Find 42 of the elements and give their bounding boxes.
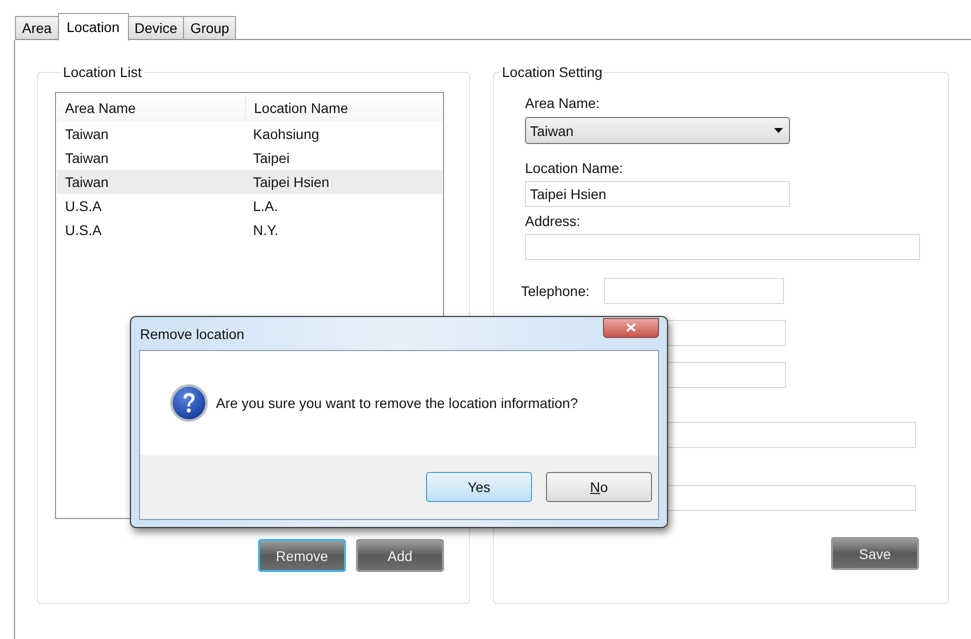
list-row[interactable]: Taiwan Taipei Hsien xyxy=(57,170,442,194)
telephone-field[interactable] xyxy=(604,278,784,304)
list-row[interactable]: U.S.A L.A. xyxy=(57,194,442,218)
field-label: Telephone: xyxy=(521,282,590,300)
dialog-button[interactable]: No xyxy=(546,472,652,502)
question-icon xyxy=(170,384,208,422)
action-button[interactable]: Remove xyxy=(258,539,346,572)
list-row[interactable]: Taiwan Kaohsiung xyxy=(57,122,442,146)
dialog-title: Remove location xyxy=(139,326,244,342)
dialog-message: Are you sure you want to remove the location information? xyxy=(216,395,578,411)
address-field[interactable] xyxy=(525,234,920,260)
location-name-field[interactable]: Taipei Hsien xyxy=(525,181,790,207)
list-cell-text: Taiwan xyxy=(64,125,110,144)
tab[interactable]: Group xyxy=(183,16,236,40)
list-row[interactable]: Taiwan Taipei xyxy=(57,146,442,170)
dialog-button[interactable]: Yes xyxy=(426,472,532,502)
group-title: Location Setting xyxy=(501,64,604,80)
group-title: Location List xyxy=(62,64,143,80)
column-header[interactable]: Location Name xyxy=(246,95,442,122)
column-header[interactable]: Area Name xyxy=(57,95,246,122)
close-icon xyxy=(626,323,636,332)
list-cell-text: Taiwan xyxy=(64,149,110,168)
field-label: Area Name: xyxy=(525,94,600,112)
tab[interactable]: Device xyxy=(128,16,184,40)
list-cell-text: U.S.A xyxy=(64,197,103,216)
tab[interactable]: Area xyxy=(15,16,59,40)
field-label: Location Name: xyxy=(525,159,624,177)
action-button[interactable]: Add xyxy=(356,539,444,572)
list-cell-text: Taiwan xyxy=(64,173,110,192)
list-row[interactable]: U.S.A N.Y. xyxy=(57,218,442,242)
tab[interactable]: Location xyxy=(58,13,129,41)
list-cell-text: L.A. xyxy=(252,197,279,216)
area-name-dropdown[interactable]: Taiwan xyxy=(525,117,790,144)
save-button[interactable]: Save xyxy=(831,537,919,570)
close-button[interactable] xyxy=(603,318,659,338)
list-cell-text: U.S.A xyxy=(64,221,103,240)
list-cell-text: N.Y. xyxy=(252,221,280,240)
list-cell-text: Taipei xyxy=(252,149,291,168)
list-cell-text: Taipei Hsien xyxy=(252,173,330,192)
caret-icon xyxy=(774,128,783,133)
field-label: Address: xyxy=(525,212,580,230)
list-cell-text: Kaohsiung xyxy=(252,125,320,144)
